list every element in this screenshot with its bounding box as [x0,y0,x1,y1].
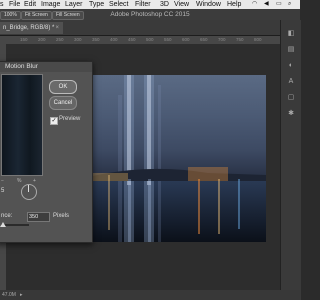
zoom-out-icon[interactable]: − [1,177,4,185]
document-tab-label: n_Bridge, RGB/8) * [3,25,55,31]
document-tab[interactable]: n_Bridge, RGB/8) * × [0,22,63,34]
slider-thumb[interactable] [0,222,6,227]
pylon-reflection [148,179,151,242]
distance-input[interactable]: 350 [27,212,50,222]
menu-select[interactable]: Select [109,0,128,9]
ruler-tick: 400 [110,37,118,42]
distance-row: nce: 350 Pixels [1,212,91,222]
pylon [127,75,131,185]
distance-slider[interactable] [0,222,29,227]
ruler-tick: 450 [128,37,136,42]
ruler-tick: 200 [38,37,46,42]
document-tab-bar: n_Bridge, RGB/8) * × [0,20,300,36]
wifi-icon: ◠ [252,1,258,7]
light-reflection [218,179,220,234]
dialog-title-bar[interactable]: Motion Blur [0,62,92,72]
menu-app-fragment[interactable]: s [0,0,4,9]
zoom-in-icon[interactable]: + [33,177,36,185]
menu-3d[interactable]: 3D [160,0,169,9]
angle-field-fragment[interactable]: 5 [1,188,4,194]
zoom-value: % [17,178,22,184]
menu-help[interactable]: Help [227,0,241,9]
menu-layer[interactable]: Layer [65,0,83,9]
menu-edit[interactable]: Edit [24,0,36,9]
search-icon[interactable]: ⌕ [288,0,291,9]
adjust-icon[interactable]: ◐ [287,62,295,70]
angle-dial[interactable] [21,184,37,200]
light-reflection [198,179,200,234]
gear-icon[interactable]: ✱ [287,110,295,118]
bridge-photo [88,75,266,242]
ruler-tick: 350 [92,37,100,42]
preview-label: Preview [59,116,81,122]
ruler-tick: 650 [200,37,208,42]
distance-label: nce: [1,213,13,219]
document-image[interactable] [88,75,266,242]
right-panel-dock: ◧ ▤ ◐ A ▢ ✱ [280,20,301,300]
filter-preview[interactable] [1,74,43,176]
app-title: Adobe Photoshop CC 2015 [110,11,190,18]
menu-type[interactable]: Type [89,0,104,9]
status-doc-size: 47.0M [2,292,16,298]
status-arrow-icon[interactable]: ▸ [20,290,23,300]
menu-bar: s File Edit Image Layer Type Select Filt… [0,0,300,9]
city-lights [188,167,228,181]
menu-image[interactable]: Image [41,0,60,9]
horizontal-ruler: 150 200 250 300 350 400 450 500 550 600 … [0,36,280,44]
ruler-tick: 300 [74,37,82,42]
distance-unit: Pixels [53,213,70,219]
angle-needle [28,185,29,192]
volume-icon: ◀ [264,1,269,7]
ruler-tick: 500 [146,37,154,42]
ruler-tick: 550 [164,37,172,42]
light-reflection [238,179,240,229]
battery-icon: ▭ [276,1,282,7]
menu-window[interactable]: Window [196,0,221,9]
streak [118,95,122,242]
preview-checkbox[interactable]: ✓ [50,117,58,125]
streak [158,85,161,242]
layers-icon[interactable]: ▤ [287,46,295,54]
shape-icon[interactable]: ▢ [287,94,295,102]
text-icon[interactable]: A [287,78,295,86]
options-bar: 100% Fit Screen Fill Screen Adobe Photos… [0,9,300,20]
menu-filter[interactable]: Filter [135,0,151,9]
ruler-tick: 150 [20,37,28,42]
menu-file[interactable]: File [9,0,20,9]
dialog-title: Motion Blur [5,63,38,70]
pylon [147,75,151,185]
cancel-button[interactable]: Cancel [49,96,77,110]
motion-blur-dialog: Motion Blur OK Cancel ✓ Preview − % + 5 … [0,61,93,243]
light-reflection [108,175,110,230]
menu-view[interactable]: View [174,0,189,9]
status-bar: 47.0M ▸ [0,290,300,300]
close-icon[interactable]: × [55,22,59,34]
ruler-tick: 750 [236,37,244,42]
ruler-tick: 800 [254,37,262,42]
panel-icon[interactable]: ◧ [287,30,295,38]
ruler-tick: 700 [218,37,226,42]
ruler-tick: 250 [56,37,64,42]
pylon-reflection [128,179,131,242]
ruler-tick: 600 [182,37,190,42]
zoom-controls: − % + [1,177,41,185]
ok-button[interactable]: OK [49,80,77,94]
